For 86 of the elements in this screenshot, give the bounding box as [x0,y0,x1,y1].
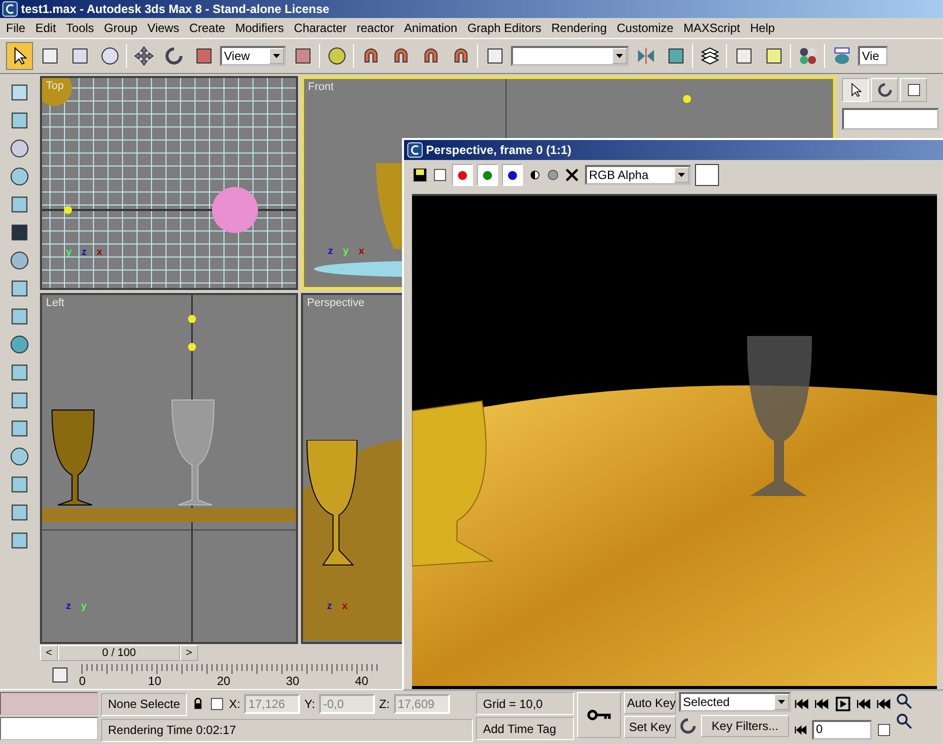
curve-icon [876,82,892,98]
axis-label: z [327,601,332,612]
app-logo-icon [407,142,423,158]
name-field[interactable] [842,108,939,130]
zoom-region-icon [895,712,913,730]
go-to-start-icon [794,696,810,712]
zoom-icon [895,692,913,710]
frame-number: 30 [286,674,300,688]
axis-label: x [96,247,102,258]
window-title: test1.max - Autodesk 3ds Max 8 - Stand-alone License [21,2,330,16]
coordinate-label: Z: [379,697,390,711]
axis-label: y [66,247,72,258]
modify-tab[interactable] [871,78,898,102]
listener-output-field[interactable] [0,717,98,740]
track-bar[interactable] [80,662,380,676]
previous-frame-button[interactable]: < [40,644,58,661]
menu-item[interactable]: Edit [30,20,62,35]
frame-field[interactable]: 0 [812,720,872,740]
dropdown-arrow-icon[interactable] [273,54,280,58]
previous-frame-icon [814,696,830,712]
select-button[interactable] [6,42,33,70]
coordinate-label: X: [229,697,240,711]
menu-item[interactable]: Modifiers [230,20,289,35]
axis-label: y [343,246,349,258]
listener-field[interactable] [0,692,98,715]
axis-label: z [328,246,333,258]
menu-item[interactable]: Views [142,20,184,35]
app-logo-icon [2,0,18,17]
auto-key-button[interactable]: Auto Key [624,692,676,714]
curve-icon [679,717,697,735]
menu-item[interactable]: Graph Editors [462,20,546,35]
dropdown-arrow-icon[interactable] [678,173,685,177]
dropdown-arrow-icon[interactable] [616,54,623,58]
frame-number: 0 [79,674,86,688]
frame-number: 40 [355,674,368,688]
color-swatch[interactable] [695,164,719,186]
channel-dropdown[interactable]: RGB Alpha [585,165,691,185]
rotate-icon [164,46,184,66]
render-teapot-icon [832,46,852,66]
clear-icon [563,166,581,184]
move-icon [134,46,154,66]
channel-toggle[interactable] [477,164,498,186]
menu-item[interactable]: Animation [398,20,462,35]
axis-label: z [66,601,71,612]
axis-label: x [342,601,348,612]
mirror-icon [636,46,656,66]
grid-status: Grid = 10,0 [476,692,574,715]
time-slider-handle[interactable]: 0 / 100 [58,644,180,661]
mono-dot-icon [547,169,559,181]
key-mode-dropdown[interactable]: Selected [679,692,791,712]
key-filters-button[interactable]: Key Filters... [701,715,789,737]
menu-item[interactable]: Create [184,20,230,35]
render-window-title: Perspective, frame 0 (1:1) [426,143,572,157]
frame-number: 20 [217,674,230,688]
axis-label: z [82,247,87,258]
menu-item[interactable]: Character [288,20,352,35]
axis-label: x [358,246,364,258]
menu-item[interactable]: Tools [61,20,100,35]
play-icon [834,695,852,713]
frame-number: 10 [148,674,162,688]
material-spheres-icon [798,46,818,66]
menu-item[interactable]: File [1,20,30,35]
coordinate-label: Y: [304,697,316,711]
layers-icon [700,46,720,66]
set-keys-button[interactable] [577,692,621,738]
menu-item[interactable]: Customize [612,20,678,35]
channel-toggle[interactable] [502,164,523,186]
menu-item[interactable]: MAXScript [678,20,746,35]
menu-item[interactable]: Help [745,20,780,35]
menu-item[interactable]: Rendering [546,20,612,35]
dropdown-arrow-icon[interactable] [778,700,785,704]
menu-item[interactable]: Group [99,20,142,35]
coordinate-dropdown[interactable]: View [220,46,286,66]
viewport-dropdown[interactable]: Vie [858,46,888,66]
set-key-button[interactable]: Set Key [624,716,676,738]
selection-status: None Selecte [101,692,188,716]
named-selection-dropdown[interactable] [511,46,629,66]
add-time-tag[interactable]: Add Time Tag [476,717,574,740]
next-frame-button[interactable]: > [180,644,198,661]
channel-toggle[interactable] [452,164,473,186]
create-tab[interactable] [842,78,869,102]
save-icon [412,167,428,183]
menu-item[interactable]: reactor [352,20,399,35]
axis-label: y [81,601,87,612]
hierarchy-tab[interactable] [900,78,927,102]
key-mode-icon [794,723,808,737]
